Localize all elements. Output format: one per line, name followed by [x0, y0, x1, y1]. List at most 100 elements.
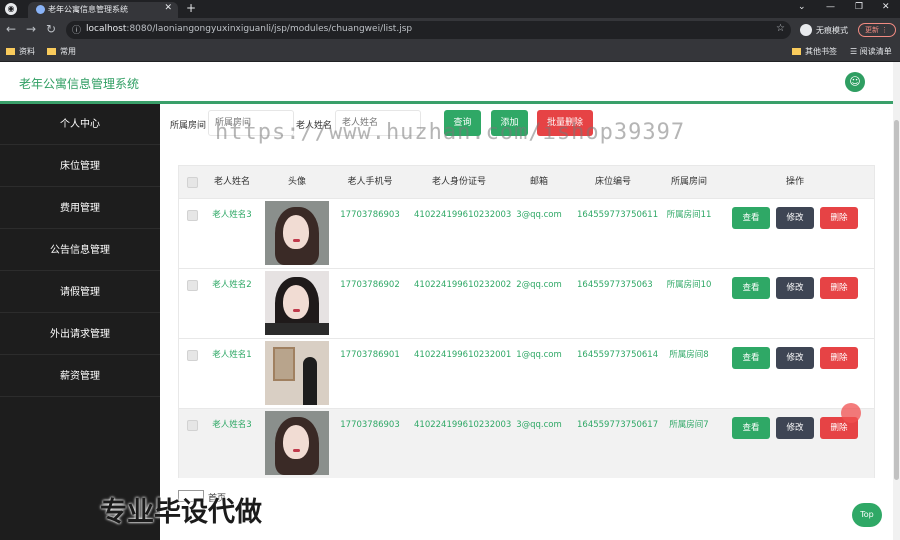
edit-button[interactable]: 修改 [776, 207, 814, 229]
sidebar-item-outing-management[interactable]: 外出请求管理 [0, 314, 160, 355]
cell-bed: 164559773750617 [577, 420, 659, 430]
header-bed: 床位编号 [594, 177, 631, 187]
sidebar-item-bed-management[interactable]: 床位管理 [0, 146, 160, 187]
back-icon[interactable]: ← [6, 22, 16, 36]
row-checkbox[interactable] [187, 420, 198, 431]
header-name: 老人姓名 [213, 177, 250, 187]
watermark-url: https://www.huzhan.com/ishop39397 [215, 120, 686, 145]
cell-name: 老人姓名1 [212, 350, 252, 360]
table-row: 老人姓名1 17703786901 410224199610232001 1@q… [179, 338, 874, 408]
cell-bed: 164559773750614 [577, 350, 659, 360]
header-avatar: 头像 [287, 177, 306, 187]
cell-room: 所属房间8 [669, 350, 709, 360]
new-tab-icon[interactable]: + [186, 1, 196, 15]
header-email: 邮箱 [529, 177, 548, 187]
cell-phone: 17703786902 [340, 280, 400, 290]
cell-email: 3@qq.com [516, 210, 562, 220]
scroll-thumb[interactable] [894, 120, 899, 480]
incognito-icon [800, 24, 812, 36]
tab-search-icon[interactable]: ⌄ [798, 2, 806, 12]
header-phone: 老人手机号 [347, 177, 393, 187]
view-button[interactable]: 查看 [732, 277, 770, 299]
cell-email: 3@qq.com [516, 420, 562, 430]
folder-icon [47, 48, 56, 55]
avatar-photo [265, 341, 329, 405]
address-bar[interactable]: ⓘ localhost:8080/laoniangongyuxinxiguanl… [66, 21, 791, 39]
cell-name: 老人姓名3 [212, 210, 252, 220]
incognito-label: 无痕模式 [816, 26, 848, 35]
delete-button[interactable]: 删除 [820, 277, 858, 299]
row-checkbox[interactable] [187, 280, 198, 291]
sidebar-item-fee-management[interactable]: 费用管理 [0, 188, 160, 229]
bookmark-folder-ziliao[interactable]: 资料 [6, 46, 35, 57]
update-button[interactable]: 更新 ⋮ [858, 23, 896, 37]
cell-bed: 16455977375063 [577, 280, 653, 290]
header-actions: 操作 [785, 177, 804, 187]
page-scrollbar[interactable] [893, 62, 900, 540]
cell-id-card: 410224199610232001 [414, 350, 512, 360]
url-text: localhost:8080/laoniangongyuxinxiguanli/… [86, 24, 413, 34]
data-table: 老人姓名 头像 老人手机号 老人身份证号 邮箱 床位编号 所属房间 操作 老人姓… [178, 165, 875, 478]
cell-phone: 17703786903 [340, 420, 400, 430]
header-room: 所属房间 [670, 177, 707, 187]
cell-email: 1@qq.com [516, 350, 562, 360]
reload-icon[interactable]: ↻ [46, 22, 56, 36]
browser-tab[interactable]: 老年公寓信息管理系统 ✕ [28, 2, 178, 18]
sidebar: 个人中心 床位管理 费用管理 公告信息管理 请假管理 外出请求管理 薪资管理 [0, 104, 160, 540]
table-row: 老人姓名3 17703786903 410224199610232003 3@q… [179, 198, 874, 268]
row-checkbox[interactable] [187, 350, 198, 361]
cell-id-card: 410224199610232003 [414, 210, 512, 220]
cursor-highlight [841, 403, 861, 423]
reading-list-icon: ☰ [850, 47, 860, 56]
forward-icon[interactable]: → [26, 22, 36, 36]
view-button[interactable]: 查看 [732, 347, 770, 369]
sidebar-item-notice-management[interactable]: 公告信息管理 [0, 230, 160, 271]
cell-phone: 17703786901 [340, 350, 400, 360]
edit-button[interactable]: 修改 [776, 277, 814, 299]
header-id-card: 老人身份证号 [431, 177, 486, 187]
row-checkbox[interactable] [187, 210, 198, 221]
bookmark-folder-changyong[interactable]: 常用 [47, 46, 76, 57]
cell-email: 2@qq.com [516, 280, 562, 290]
cell-name: 老人姓名3 [212, 420, 252, 430]
browser-tab-strip: ◉ 老年公寓信息管理系统 ✕ + ⌄ — ❐ ✕ [0, 0, 900, 18]
maximize-icon[interactable]: ❐ [855, 2, 863, 12]
edit-button[interactable]: 修改 [776, 417, 814, 439]
table-header: 老人姓名 头像 老人手机号 老人身份证号 邮箱 床位编号 所属房间 操作 [179, 166, 874, 198]
minimize-icon[interactable]: — [826, 2, 835, 12]
select-all-checkbox[interactable] [187, 177, 198, 188]
avatar-photo [265, 271, 329, 335]
back-to-top-button[interactable]: Top [852, 503, 882, 527]
tab-close-icon[interactable]: ✕ [164, 3, 172, 13]
delete-button[interactable]: 删除 [820, 347, 858, 369]
info-icon[interactable]: ⓘ [72, 23, 81, 36]
table-row: 老人姓名3 17703786903 410224199610232003 3@q… [179, 408, 874, 478]
browser-menu-icon[interactable]: ◉ [5, 3, 17, 15]
cell-room: 所属房间11 [666, 210, 712, 220]
view-button[interactable]: 查看 [732, 417, 770, 439]
sidebar-item-salary-management[interactable]: 薪资管理 [0, 356, 160, 397]
browser-toolbar: ← → ↻ ⓘ localhost:8080/laoniangongyuxinx… [0, 18, 900, 42]
close-window-icon[interactable]: ✕ [882, 2, 890, 12]
delete-button[interactable]: 删除 [820, 207, 858, 229]
bookmark-star-icon[interactable]: ☆ [776, 23, 785, 34]
user-avatar-icon[interactable]: ☺ [845, 72, 865, 92]
sidebar-item-personal-center[interactable]: 个人中心 [0, 104, 160, 145]
cell-name: 老人姓名2 [212, 280, 252, 290]
cell-id-card: 410224199610232002 [414, 280, 512, 290]
cell-bed: 164559773750611 [577, 210, 659, 220]
sidebar-item-leave-management[interactable]: 请假管理 [0, 272, 160, 313]
edit-button[interactable]: 修改 [776, 347, 814, 369]
watermark-banner: 专业毕设代做 [100, 497, 262, 528]
view-button[interactable]: 查看 [732, 207, 770, 229]
folder-icon [792, 48, 801, 55]
folder-icon [6, 48, 15, 55]
app-title: 老年公寓信息管理系统 [19, 77, 140, 91]
avatar-photo [265, 201, 329, 265]
reading-list[interactable]: ☰ 阅读清单 [850, 46, 892, 57]
tab-favicon-icon [36, 5, 45, 14]
cell-room: 所属房间10 [666, 280, 712, 290]
bookmark-folder-other[interactable]: 其他书签 [792, 46, 837, 57]
room-label: 所属房间 [170, 121, 207, 131]
cell-phone: 17703786903 [340, 210, 400, 220]
